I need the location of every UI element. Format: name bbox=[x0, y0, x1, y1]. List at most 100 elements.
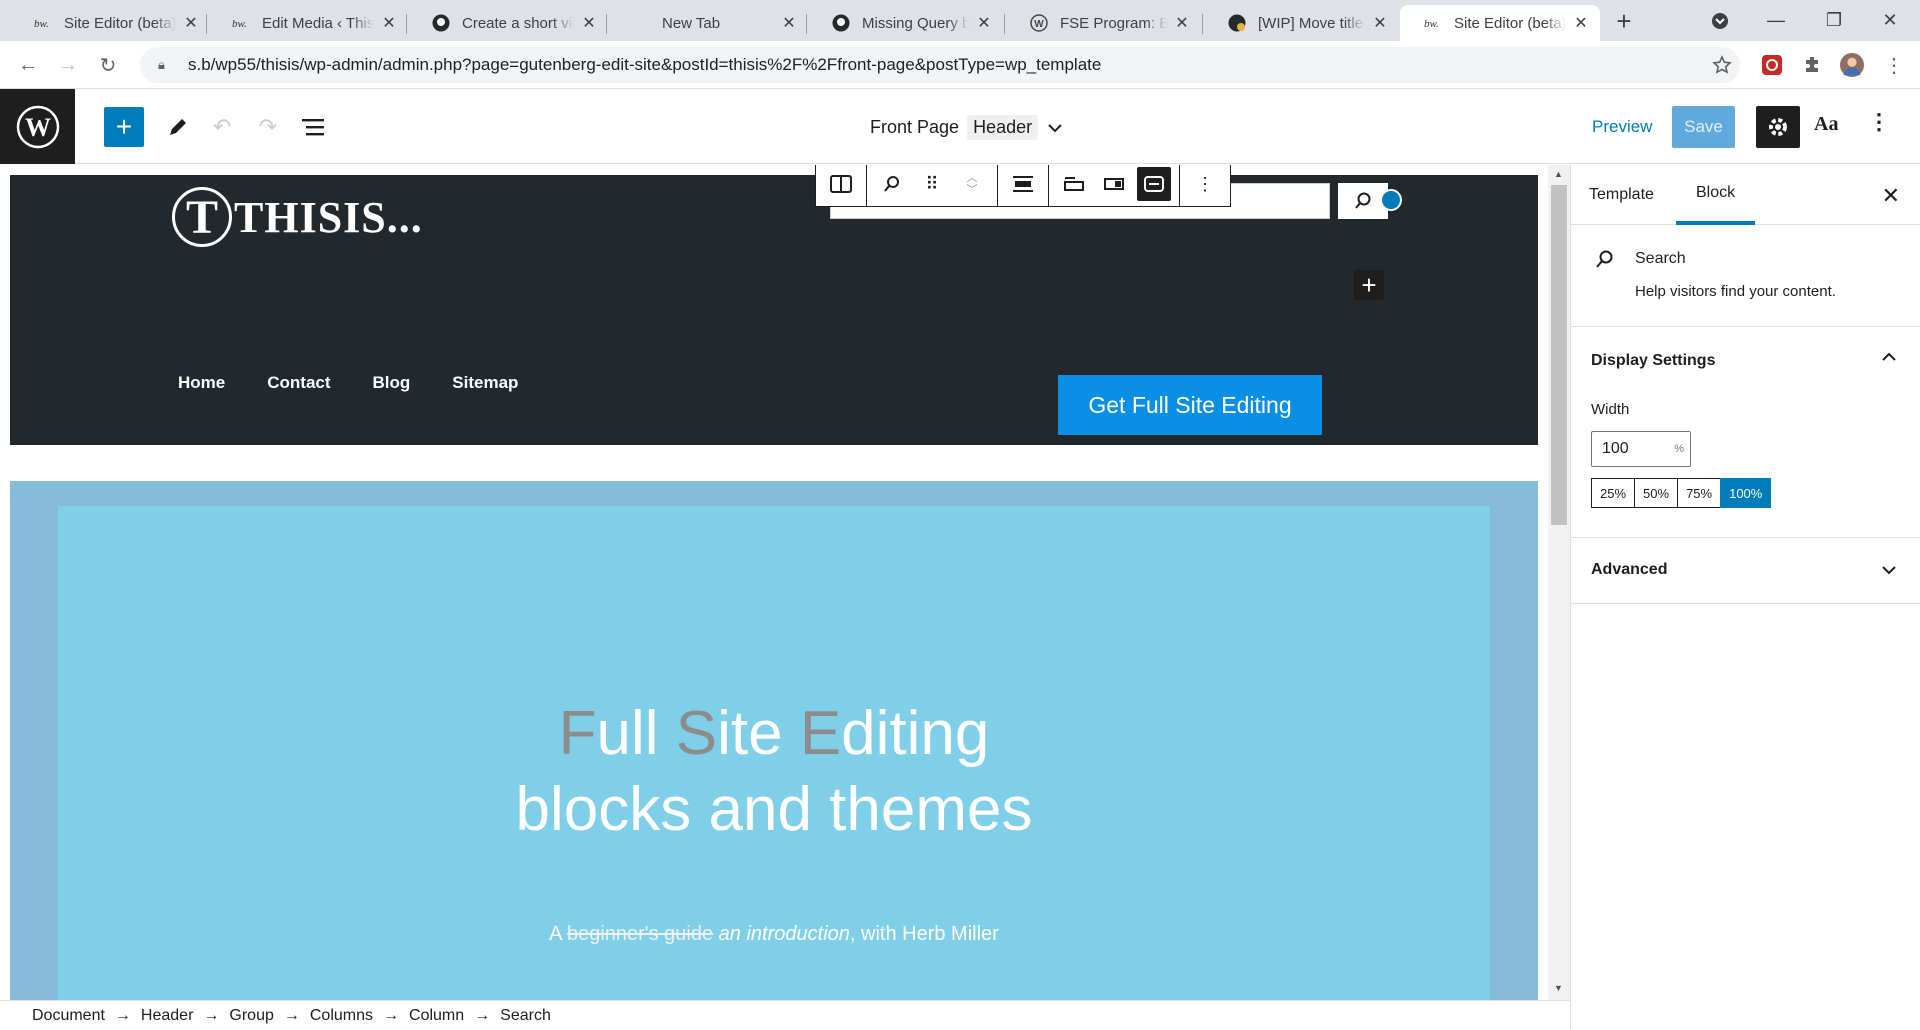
block-toolbar: ⠿ ︿ ﹀ ⋮ bbox=[815, 165, 1231, 207]
panel-title[interactable]: Display Settings bbox=[1591, 352, 1715, 370]
close-tab-icon[interactable]: ✕ bbox=[580, 14, 598, 32]
cover-inner-group: Full Site Editing blocks and themes A be… bbox=[58, 506, 1490, 1000]
search-block-icon[interactable] bbox=[875, 167, 909, 201]
chevron-up-icon[interactable] bbox=[1882, 349, 1896, 367]
cover-block[interactable]: Full Site Editing blocks and themes A be… bbox=[10, 481, 1538, 1000]
breadcrumb-item[interactable]: Header bbox=[141, 1007, 193, 1025]
hero-heading[interactable]: Full Site Editing blocks and themes bbox=[58, 696, 1490, 848]
list-view-icon[interactable] bbox=[294, 107, 334, 147]
tab-title: Site Editor (beta) bbox=[1454, 14, 1566, 32]
block-card: Search Help visitors find your content. bbox=[1571, 225, 1920, 327]
undo-icon[interactable]: ↶ bbox=[202, 107, 242, 147]
browser-tab[interactable]: W FSE Program: Brin ✕ bbox=[1006, 5, 1201, 41]
tab-block[interactable]: Block bbox=[1676, 165, 1756, 225]
width-value: 100 bbox=[1602, 440, 1629, 457]
close-tab-icon[interactable]: ✕ bbox=[1173, 14, 1191, 32]
document-title[interactable]: Front Page Header bbox=[870, 115, 1062, 140]
svg-text:bw.: bw. bbox=[232, 18, 247, 29]
url-field[interactable]: 🔒︎ s.b/wp55/thisis/wp-admin/admin.php?pa… bbox=[140, 47, 1740, 83]
button-position-icon[interactable] bbox=[1097, 167, 1131, 201]
width-preset-button[interactable]: 100% bbox=[1720, 478, 1772, 508]
chevron-down-icon[interactable] bbox=[1048, 117, 1062, 138]
extension-icon[interactable] bbox=[1760, 53, 1784, 77]
search-icon bbox=[1355, 192, 1371, 209]
advanced-title[interactable]: Advanced bbox=[1591, 561, 1667, 579]
wp-favicon-icon: bw. bbox=[232, 14, 250, 32]
scrollbar-thumb[interactable] bbox=[1551, 185, 1567, 525]
browser-tab[interactable]: bw. Site Editor (beta) ‹ ✕ bbox=[10, 5, 210, 41]
width-preset-button[interactable]: 50% bbox=[1634, 478, 1679, 508]
chevron-down-icon[interactable] bbox=[1882, 562, 1896, 580]
close-tab-icon[interactable]: ✕ bbox=[780, 14, 798, 32]
close-tab-icon[interactable]: ✕ bbox=[182, 14, 200, 32]
reload-icon[interactable]: ↻ bbox=[94, 51, 122, 79]
site-logo[interactable]: T THISIS... bbox=[172, 187, 423, 247]
close-tab-icon[interactable]: ✕ bbox=[1371, 14, 1389, 32]
move-up-down-icon[interactable]: ︿ ﹀ bbox=[955, 167, 989, 201]
browser-tab[interactable]: Missing Query blo ✕ bbox=[808, 5, 1003, 41]
button-inside-icon[interactable] bbox=[1137, 167, 1171, 201]
hero-subtitle[interactable]: A beginner's guide an introduction, with… bbox=[58, 923, 1490, 946]
edit-tool-icon[interactable] bbox=[158, 107, 198, 147]
nav-item-home[interactable]: Home bbox=[178, 373, 225, 393]
block-inserter-button[interactable]: + bbox=[1354, 270, 1384, 300]
new-tab-button[interactable]: + bbox=[1610, 8, 1638, 36]
breadcrumb-item[interactable]: Columns bbox=[310, 1007, 373, 1025]
breadcrumb-item[interactable]: Column bbox=[409, 1007, 464, 1025]
minimize-icon[interactable]: — bbox=[1748, 0, 1804, 41]
scroll-down-icon[interactable]: ▼ bbox=[1554, 983, 1563, 993]
add-block-button[interactable]: + bbox=[104, 107, 144, 147]
browser-tab[interactable]: bw. Site Editor (beta) ✕ bbox=[1400, 5, 1600, 41]
styles-button[interactable]: Aa bbox=[1814, 113, 1838, 136]
tab-title: Edit Media ‹ ThisIs bbox=[262, 14, 374, 32]
browser-tab[interactable]: bw. Edit Media ‹ ThisIs ✕ bbox=[208, 5, 408, 41]
browser-tab[interactable]: Create a short vid ✕ bbox=[408, 5, 608, 41]
nav-item-sitemap[interactable]: Sitemap bbox=[452, 373, 518, 393]
close-window-icon[interactable]: ✕ bbox=[1862, 0, 1918, 41]
breadcrumb-item[interactable]: Search bbox=[500, 1007, 551, 1025]
browser-menu-icon[interactable]: ⋮ bbox=[1882, 53, 1906, 77]
canvas-scrollbar[interactable]: ▲ ▼ bbox=[1548, 165, 1570, 1000]
resize-handle[interactable] bbox=[1380, 189, 1402, 211]
close-tab-icon[interactable]: ✕ bbox=[975, 14, 993, 32]
width-input[interactable]: 100 % bbox=[1591, 431, 1691, 467]
settings-gear-icon[interactable] bbox=[1756, 106, 1800, 148]
breadcrumb-item[interactable]: Group bbox=[229, 1007, 273, 1025]
wordpress-logo-button[interactable]: W bbox=[0, 89, 75, 164]
back-icon[interactable]: ← bbox=[14, 51, 42, 79]
width-preset-button[interactable]: 25% bbox=[1591, 478, 1636, 508]
profile-avatar[interactable] bbox=[1840, 53, 1864, 77]
block-name: Search bbox=[1635, 250, 1686, 267]
scroll-up-icon[interactable]: ▲ bbox=[1554, 169, 1563, 179]
breadcrumb-item[interactable]: Document bbox=[32, 1007, 105, 1025]
lock-icon: 🔒︎ bbox=[158, 57, 165, 72]
close-tab-icon[interactable]: ✕ bbox=[1572, 14, 1590, 32]
bookmark-star-icon[interactable] bbox=[1710, 53, 1734, 77]
tab-title: Missing Query blo bbox=[862, 14, 969, 32]
tab-template[interactable]: Template bbox=[1589, 165, 1654, 225]
drag-handle-icon[interactable]: ⠿ bbox=[915, 167, 949, 201]
close-tab-icon[interactable]: ✕ bbox=[380, 14, 398, 32]
cta-button[interactable]: Get Full Site Editing bbox=[1058, 375, 1322, 435]
options-menu-icon[interactable]: ⋮ bbox=[1868, 109, 1890, 135]
redo-icon[interactable]: ↷ bbox=[248, 107, 288, 147]
nav-item-blog[interactable]: Blog bbox=[373, 373, 411, 393]
align-icon[interactable] bbox=[1006, 167, 1040, 201]
forward-icon[interactable]: → bbox=[54, 51, 82, 79]
close-sidebar-icon[interactable]: ✕ bbox=[1882, 183, 1900, 209]
site-header-block[interactable]: T THISIS... te + HomeContactBlogSitemap … bbox=[10, 175, 1538, 445]
display-settings-panel: Display Settings Width 100 % 25% 50% 75% 10… bbox=[1571, 327, 1920, 538]
url-text: s.b/wp55/thisis/wp-admin/admin.php?page=… bbox=[188, 55, 1102, 74]
save-button[interactable]: Save bbox=[1672, 106, 1735, 148]
parent-block-icon[interactable] bbox=[824, 167, 858, 201]
nav-item-contact[interactable]: Contact bbox=[267, 373, 330, 393]
extensions-puzzle-icon[interactable] bbox=[1800, 53, 1824, 77]
restore-icon[interactable]: ❐ bbox=[1806, 0, 1862, 41]
browser-tab[interactable]: New Tab ✕ bbox=[608, 5, 808, 41]
tab-search-icon[interactable] bbox=[1692, 0, 1748, 41]
browser-tab[interactable]: [WIP] Move title t ✕ bbox=[1204, 5, 1399, 41]
preview-button[interactable]: Preview bbox=[1592, 117, 1652, 137]
more-options-icon[interactable]: ⋮ bbox=[1188, 167, 1222, 201]
label-toggle-icon[interactable] bbox=[1057, 167, 1091, 201]
width-preset-button[interactable]: 75% bbox=[1677, 478, 1722, 508]
